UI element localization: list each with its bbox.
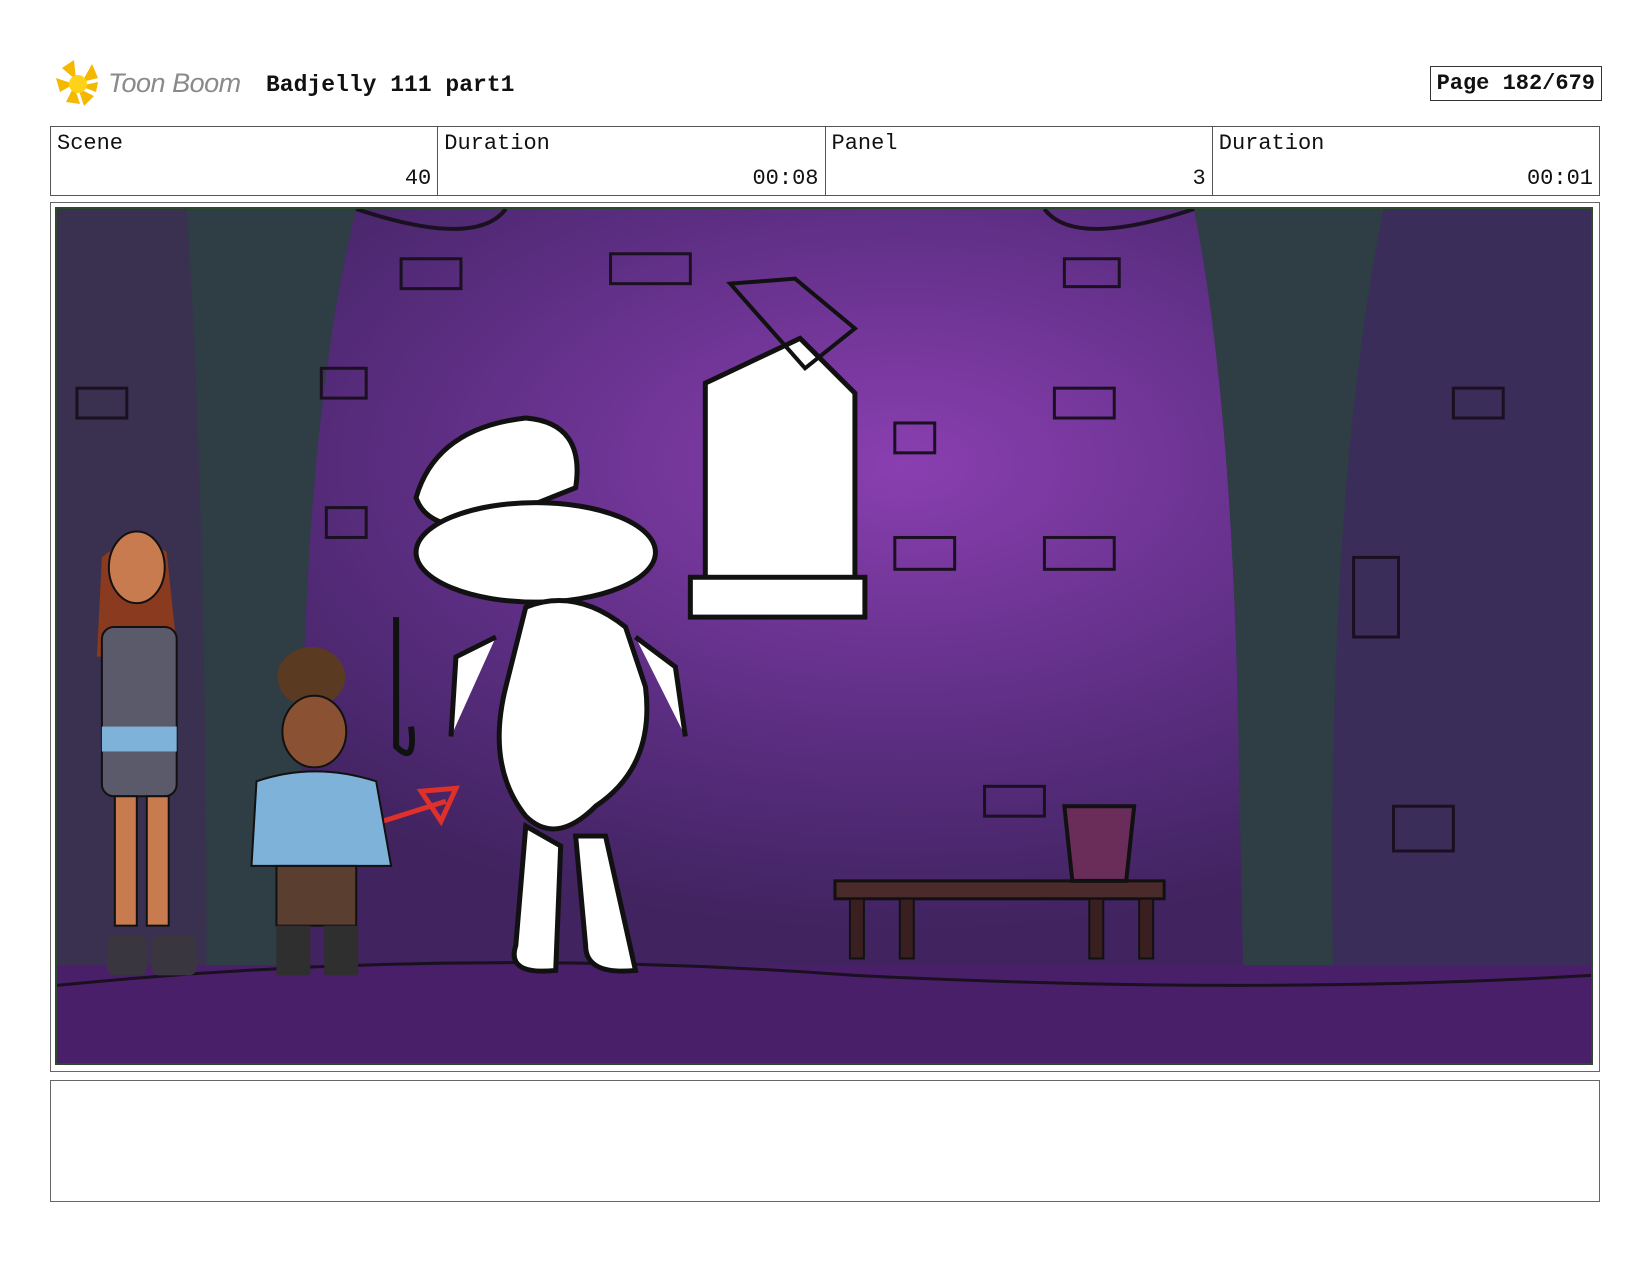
storyboard-panel-image <box>55 207 1593 1065</box>
scene-duration-value: 00:08 <box>752 166 819 191</box>
panel-duration-cell: Duration 00:01 <box>1213 127 1599 195</box>
logo-text: Toon Boom <box>108 68 241 98</box>
scene-illustration <box>57 209 1591 1063</box>
scene-duration-cell: Duration 00:08 <box>438 127 826 195</box>
storyboard-panel-frame <box>50 202 1600 1072</box>
bucket <box>1062 804 1137 883</box>
toon-boom-logo: Toon Boom <box>52 56 252 114</box>
panel-duration-value: 00:01 <box>1526 166 1593 191</box>
floor <box>57 965 1591 1063</box>
document-title: Badjelly 111 part1 <box>266 72 515 98</box>
scene-label: Scene <box>57 131 124 156</box>
panel-cell: Panel 3 <box>826 127 1213 195</box>
scene-cell: Scene 40 <box>51 127 439 195</box>
panel-notes-box <box>50 1080 1600 1202</box>
scene-value: 40 <box>404 166 432 191</box>
scene-info-table: Scene 40 Duration 00:08 Panel 3 Duration… <box>50 126 1600 196</box>
page-indicator: Page 182/679 <box>1429 66 1602 101</box>
starburst-icon <box>56 60 98 106</box>
panel-value: 3 <box>1192 166 1206 191</box>
scene-duration-label: Duration <box>444 131 550 156</box>
panel-label: Panel <box>831 131 898 156</box>
page-header: Toon Boom Badjelly 111 part1 Page 182/67… <box>52 56 1602 116</box>
panel-duration-label: Duration <box>1218 131 1325 156</box>
